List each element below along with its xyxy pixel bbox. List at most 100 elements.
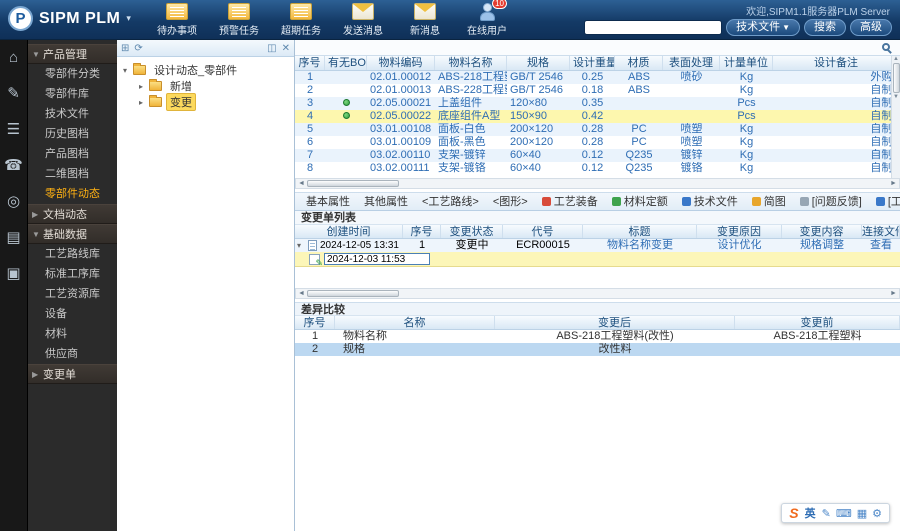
cell-material-name[interactable]: 面板-黑色 [435,136,507,149]
toolbar-button[interactable]: 超期任务 [276,3,326,37]
table-row[interactable]: 6 03.01.00109 面板-黑色 200×120 0.28 PC 喷塑 K… [295,136,900,149]
horizontal-scrollbar[interactable]: ◄ ► [295,178,900,189]
ime-tool-icon[interactable]: ⌨ [836,507,852,520]
sidebar-item[interactable]: 历史图档 [28,124,117,144]
change-order-edit-row[interactable] [295,252,900,269]
horizontal-scrollbar[interactable]: ◄ ► [295,288,900,299]
tree-toolbar-icon[interactable]: ⊞ [121,41,129,56]
table-row[interactable]: 5 03.01.00108 面板-白色 200×120 0.28 PC 喷塑 K… [295,123,900,136]
tree-node[interactable]: ▾ 设计动态_零部件 [117,62,294,78]
detail-tab[interactable]: [工艺过程图] [869,193,900,210]
cell-material-code[interactable]: 02.01.00013 [367,84,435,97]
cell-material-name[interactable]: 支架-镀铬 [435,162,507,175]
tree-expander-icon[interactable]: ▸ [139,82,149,91]
scroll-left-icon[interactable]: ◄ [296,180,307,187]
column-header[interactable]: 序号 [295,56,325,70]
sidebar-item[interactable]: 材料 [28,324,117,344]
detail-tab[interactable]: 基本属性 [299,193,357,210]
ime-logo-icon[interactable]: S [789,505,798,521]
ime-tool-icon[interactable]: ⚙ [872,507,882,520]
tree-node[interactable]: ▸ 变更 [117,93,294,111]
created-time-edit-input[interactable] [324,253,430,265]
search-input[interactable] [584,20,723,35]
nav-strip-icon[interactable]: ⌂ [0,40,27,76]
toolbar-button[interactable]: 发送消息 [338,3,388,37]
cell-material-name[interactable]: ABS-218工程塑料 [435,71,507,84]
table-row[interactable]: 4 02.05.00022 底座组件A型 150×90 0.42 Pcs 自制! [295,110,900,123]
tree-toolbar-icon[interactable]: ✕ [282,41,290,56]
ime-tool-icon[interactable]: ▦ [857,507,867,520]
column-header[interactable]: 代号 [503,225,583,238]
sidebar-item[interactable]: 零部件动态 [28,184,117,204]
sidebar-item[interactable]: ▼ 产品管理 [28,44,117,64]
column-header[interactable]: 变更前 [735,316,900,329]
table-row[interactable]: 3 02.05.00021 上盖组件 120×80 0.35 Pcs 自制! [295,97,900,110]
cell-link[interactable]: 查看 [862,239,900,252]
sidebar-item[interactable]: 零部件库 [28,84,117,104]
column-header[interactable]: 设计重量 [570,56,615,70]
cell-material-code[interactable]: 03.01.00108 [367,123,435,136]
column-header[interactable]: 设计备注 [773,56,900,70]
column-header[interactable]: 序号 [295,316,335,329]
tree-expander-icon[interactable]: ▾ [123,66,133,75]
tree-toolbar-icon[interactable]: ⟳ [134,41,142,56]
toolbar-button[interactable]: 10 在线用户 [462,0,512,37]
scrollbar-thumb[interactable] [892,63,900,93]
column-header[interactable]: 变更后 [495,316,735,329]
cell-material-name[interactable]: 上盖组件 [435,97,507,110]
ime-language-toggle[interactable]: 英 [805,505,816,521]
sidebar-item[interactable]: 产品图档 [28,144,117,164]
search-scope-dropdown[interactable]: 技术文件 ▼ [726,19,800,36]
detail-tab[interactable]: 工艺装备 [535,193,605,210]
column-header[interactable]: 计量单位 [720,56,773,70]
scrollbar-thumb[interactable] [307,180,399,187]
sidebar-item[interactable]: 标准工序库 [28,264,117,284]
sidebar-item[interactable]: 供应商 [28,344,117,364]
sidebar-item[interactable]: ▶ 变更单 [28,364,117,384]
column-header[interactable]: 变更原因 [697,225,782,238]
cell-material-name[interactable]: 底座组件A型 [435,110,507,123]
search-icon[interactable] [882,43,890,51]
cell-change-reason[interactable]: 设计优化 [697,239,782,252]
toolbar-button[interactable]: 待办事项 [152,3,202,37]
sidebar-item[interactable]: 设备 [28,304,117,324]
cell-material-name[interactable]: ABS-228工程塑料 [435,84,507,97]
nav-strip-icon[interactable]: ✎ [0,76,27,112]
column-header[interactable]: 连接文件 [862,225,900,238]
scroll-right-icon[interactable]: ► [888,290,899,297]
cell-change-title[interactable]: 物料名称变更 [583,239,697,252]
scroll-down-icon[interactable]: ▼ [893,94,899,100]
cell-material-code[interactable]: 02.05.00022 [367,110,435,123]
column-header[interactable]: 标题 [583,225,697,238]
table-row[interactable]: 8 03.02.00111 支架-镀铬 60×40 0.12 Q235 镀铬 K… [295,162,900,175]
cell-material-name[interactable]: 支架-镀锌 [435,149,507,162]
cell-material-code[interactable]: 03.02.00110 [367,149,435,162]
detail-tab[interactable]: 材料定额 [605,193,675,210]
column-header[interactable]: 有无BOM [325,56,367,70]
sidebar-item[interactable]: 二维图档 [28,164,117,184]
detail-tab[interactable]: 其他属性 [357,193,415,210]
sidebar-item[interactable]: 零部件分类 [28,64,117,84]
detail-tab[interactable]: <工艺路线> [415,193,486,210]
scroll-up-icon[interactable]: ▲ [893,56,899,62]
sidebar-item[interactable]: 工艺路线库 [28,244,117,264]
advanced-search-button[interactable]: 高级 [850,19,892,36]
row-expander-icon[interactable]: ▾ [297,239,307,252]
app-logo[interactable]: P SIPM PLM ▾ [8,6,131,31]
scroll-left-icon[interactable]: ◄ [296,290,307,297]
diff-row[interactable]: 1 物料名称 ABS-218工程塑料(改性) ABS-218工程塑料 [295,330,900,343]
table-row[interactable]: 1 02.01.00012 ABS-218工程塑料 GB/T 2546 0.25… [295,71,900,84]
column-header[interactable]: 物料编码 [367,56,435,70]
cell-material-code[interactable]: 03.02.00111 [367,162,435,175]
column-header[interactable]: 表面处理 [663,56,720,70]
detail-tab[interactable]: [问题反馈] [793,193,869,210]
sidebar-item[interactable]: 工艺资源库 [28,284,117,304]
nav-strip-icon[interactable]: ☎ [0,148,27,184]
detail-tab[interactable]: 简图 [745,193,793,210]
tree-node[interactable]: ▸ 新增 [117,78,294,94]
column-header[interactable]: 材质 [615,56,663,70]
nav-strip-icon[interactable]: ▣ [0,256,27,292]
scrollbar-thumb[interactable] [307,290,399,297]
nav-strip-icon[interactable]: ☰ [0,112,27,148]
toolbar-button[interactable]: 新消息 [400,3,450,37]
